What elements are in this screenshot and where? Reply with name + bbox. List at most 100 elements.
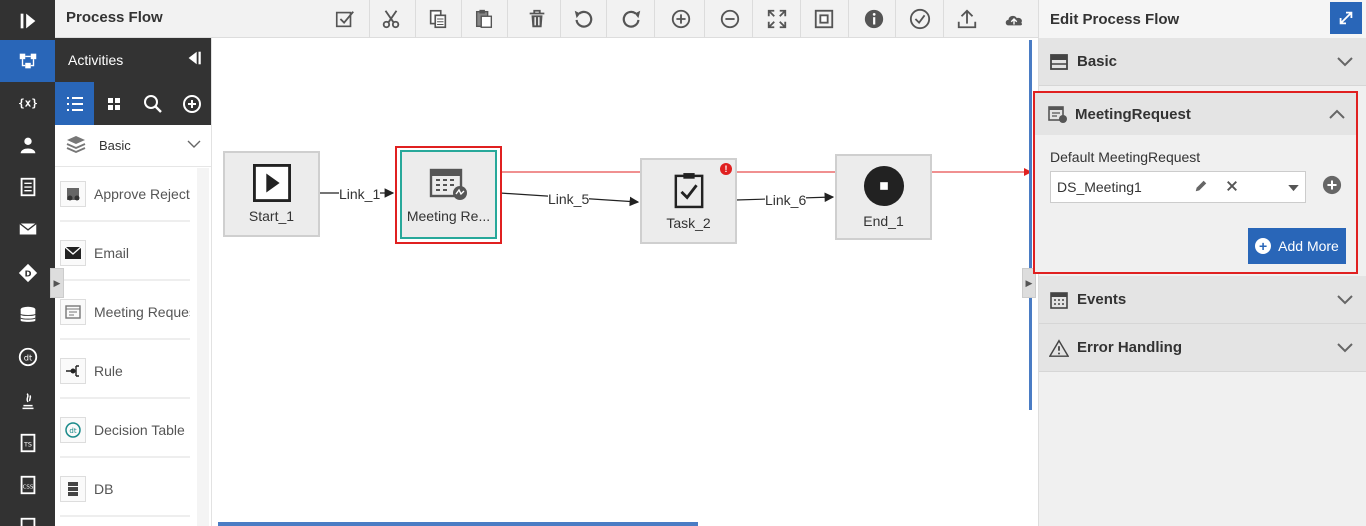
mail-icon[interactable]: [0, 208, 55, 250]
canvas-horizontal-scrollbar[interactable]: [218, 522, 698, 526]
section-error-handling[interactable]: Error Handling: [1039, 324, 1366, 372]
delete-icon[interactable]: [522, 4, 552, 34]
user-icon[interactable]: [0, 124, 55, 166]
collapse-palette-icon[interactable]: [185, 49, 203, 72]
info-icon[interactable]: [859, 4, 889, 34]
list-item[interactable]: Email: [60, 227, 190, 281]
decision-table-icon[interactable]: dt: [0, 336, 55, 378]
process-icon[interactable]: [0, 40, 55, 82]
panel-header: Edit Process Flow: [1039, 0, 1366, 38]
meeting-node[interactable]: Meeting Re...: [400, 150, 497, 239]
decision-table-icon: dt: [60, 417, 86, 443]
list-item[interactable]: Meeting Reques: [60, 286, 190, 340]
file-icon[interactable]: [0, 506, 55, 526]
clear-icon[interactable]: [1226, 179, 1238, 195]
section-label: Events: [1077, 291, 1127, 308]
dropdown-caret-icon[interactable]: [1288, 179, 1299, 195]
redo-icon[interactable]: [617, 4, 647, 34]
palette-scrollbar[interactable]: [197, 168, 209, 526]
calendar-meeting-icon: [429, 168, 467, 200]
decision-icon[interactable]: D: [0, 252, 55, 294]
add-activity-icon[interactable]: [172, 82, 211, 125]
check-icon[interactable]: [905, 4, 935, 34]
section-basic[interactable]: Basic: [1039, 38, 1366, 86]
list-item-label: Rule: [94, 363, 123, 379]
script-icon[interactable]: TS: [0, 422, 55, 464]
plus-icon: +: [1255, 238, 1272, 254]
upload-icon[interactable]: [952, 4, 982, 34]
css-icon[interactable]: CSS: [0, 464, 55, 506]
meeting-select[interactable]: DS_Meeting1: [1050, 171, 1306, 203]
start-node[interactable]: Start_1: [223, 151, 320, 237]
java-icon[interactable]: [0, 380, 55, 422]
link-label[interactable]: Link_1: [339, 186, 381, 202]
undo-icon[interactable]: [568, 4, 598, 34]
chevron-down-icon: [187, 137, 201, 154]
task-node[interactable]: Task_2 !: [640, 158, 737, 244]
svg-text:dt: dt: [69, 427, 76, 435]
chevron-down-icon: [1337, 342, 1353, 352]
copy-icon[interactable]: [423, 4, 453, 34]
add-more-button[interactable]: + Add More: [1248, 228, 1346, 264]
grid-view-icon[interactable]: [94, 82, 133, 125]
meeting-select-value: DS_Meeting1: [1057, 179, 1142, 195]
links-layer: [320, 168, 1031, 207]
link-label[interactable]: Link_6: [765, 192, 807, 208]
layout-icon[interactable]: [809, 4, 839, 34]
zoom-in-icon[interactable]: [666, 4, 696, 34]
paste-icon[interactable]: [469, 4, 499, 34]
cloud-icon[interactable]: [999, 4, 1029, 34]
process-canvas[interactable]: Start_1 Meeting Re... Task_2 ! End_1 Lin…: [213, 38, 1031, 526]
expand-left-handle[interactable]: ▶: [50, 268, 64, 298]
panel-title: Edit Process Flow: [1050, 10, 1180, 28]
list-item-label: Approve Reject: [94, 186, 190, 202]
list-item-label: Meeting Reques: [94, 304, 190, 320]
node-label: End_1: [863, 213, 904, 229]
list-item-label: DB: [94, 481, 114, 497]
link-label[interactable]: Link_5: [548, 191, 590, 207]
variables-icon[interactable]: {x}: [0, 82, 55, 124]
list-item[interactable]: Approve Reject: [60, 168, 190, 222]
node-label: Task_2: [666, 215, 711, 231]
zoom-out-icon[interactable]: [715, 4, 745, 34]
page-title: Process Flow: [66, 9, 163, 26]
layers-icon: [65, 133, 87, 158]
section-events[interactable]: Events: [1039, 276, 1366, 324]
canvas-vertical-scrollbar[interactable]: [1029, 40, 1032, 410]
warning-icon: [1049, 338, 1069, 357]
clipboard-check-icon: [674, 173, 703, 209]
collapse-rail-button[interactable]: [0, 0, 55, 42]
add-circle-icon[interactable]: [1322, 175, 1342, 200]
activity-list: Approve Reject Email Meeting Reques Rule…: [60, 168, 190, 522]
document-icon[interactable]: [0, 166, 55, 208]
edit-icon[interactable]: [1194, 179, 1208, 196]
search-icon[interactable]: [133, 82, 172, 125]
fit-screen-icon[interactable]: [762, 4, 792, 34]
list-item[interactable]: DB: [60, 463, 190, 517]
app: {x} D dt TS CSS Process Flow Activities …: [0, 0, 1366, 526]
meeting-icon: [1048, 106, 1067, 123]
field-row: DS_Meeting1: [1050, 171, 1342, 203]
database-icon[interactable]: [0, 294, 55, 336]
section-label: Error Handling: [1077, 339, 1183, 356]
list-view-icon[interactable]: [55, 82, 94, 125]
activities-palette: Activities Basic Approve Reject Email Me…: [55, 38, 212, 526]
calendar-icon: [1050, 291, 1068, 309]
section-meeting-header[interactable]: MeetingRequest: [1035, 93, 1356, 135]
end-node[interactable]: End_1: [835, 154, 932, 240]
svg-text:{x}: {x}: [18, 97, 38, 110]
validate-icon[interactable]: [330, 4, 360, 34]
list-item[interactable]: Rule: [60, 345, 190, 399]
rule-icon: [60, 358, 86, 384]
node-label: Meeting Re...: [406, 207, 491, 224]
list-item[interactable]: dt Decision Table: [60, 404, 190, 458]
error-badge-icon[interactable]: !: [720, 163, 732, 175]
category-dropdown[interactable]: Basic: [55, 125, 211, 167]
chevron-down-icon: [1337, 56, 1353, 66]
top-toolbar: Process Flow: [55, 0, 1038, 38]
chevron-down-icon: [1337, 294, 1353, 304]
list-item-label: Decision Table: [94, 422, 185, 438]
palette-header: Activities: [55, 38, 211, 82]
maximize-icon[interactable]: [1330, 2, 1362, 34]
cut-icon[interactable]: [376, 4, 406, 34]
